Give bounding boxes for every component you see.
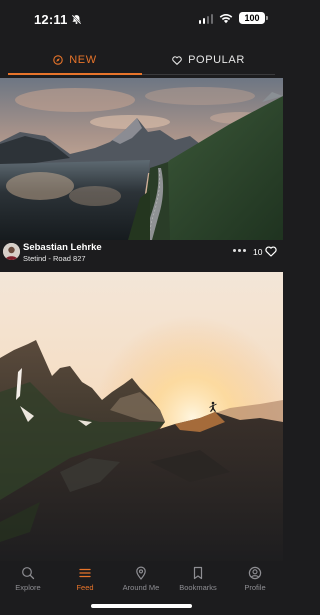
nav-bookmarks-label: Bookmarks — [179, 583, 217, 592]
active-tab-indicator — [8, 73, 142, 75]
tab-popular-label: POPULAR — [188, 54, 245, 66]
location-pin-icon — [136, 566, 146, 580]
wifi-icon — [219, 13, 233, 23]
nav-profile[interactable]: Profile — [227, 566, 283, 592]
nav-feed-label: Feed — [76, 583, 94, 592]
nav-around-me-label: Around Me — [122, 583, 160, 592]
bookmark-icon — [193, 566, 203, 580]
status-bar: 12:11 100 — [0, 0, 283, 40]
nav-feed[interactable]: Feed — [57, 566, 113, 592]
tab-popular[interactable]: POPULAR — [142, 44, 275, 76]
tab-divider — [142, 74, 275, 75]
nav-explore[interactable]: Explore — [0, 566, 56, 592]
like-button[interactable]: 10 — [253, 246, 278, 257]
battery-indicator: 100 — [239, 12, 268, 24]
more-options-icon[interactable] — [233, 249, 246, 252]
like-count: 10 — [253, 246, 263, 257]
search-icon — [22, 567, 35, 580]
avatar-photo-icon — [3, 243, 20, 260]
tab-new-label: NEW — [69, 54, 97, 66]
tab-new[interactable]: NEW — [8, 44, 142, 76]
post-author[interactable]: Sebastian Lehrke — [23, 242, 102, 253]
signal-icon — [198, 13, 213, 24]
nav-explore-label: Explore — [15, 583, 41, 592]
nav-around-me[interactable]: Around Me — [113, 566, 169, 592]
nav-profile-label: Profile — [244, 583, 266, 592]
profile-icon — [248, 566, 262, 580]
avatar[interactable] — [3, 243, 20, 260]
feed-photo-fjord-road[interactable] — [0, 78, 283, 240]
post-location: Stetind - Road 827 — [23, 254, 86, 263]
home-indicator[interactable] — [91, 604, 192, 608]
compass-icon — [53, 55, 64, 65]
nav-bookmarks[interactable]: Bookmarks — [170, 566, 226, 592]
feed-list-icon — [79, 568, 91, 578]
heart-icon — [265, 246, 278, 257]
bell-muted-icon — [71, 14, 81, 25]
heart-icon — [172, 55, 182, 65]
clock: 12:11 — [34, 12, 68, 27]
feed-tabs: NEW POPULAR — [0, 44, 283, 76]
feed-photo-sunset-ridge[interactable] — [0, 272, 283, 564]
